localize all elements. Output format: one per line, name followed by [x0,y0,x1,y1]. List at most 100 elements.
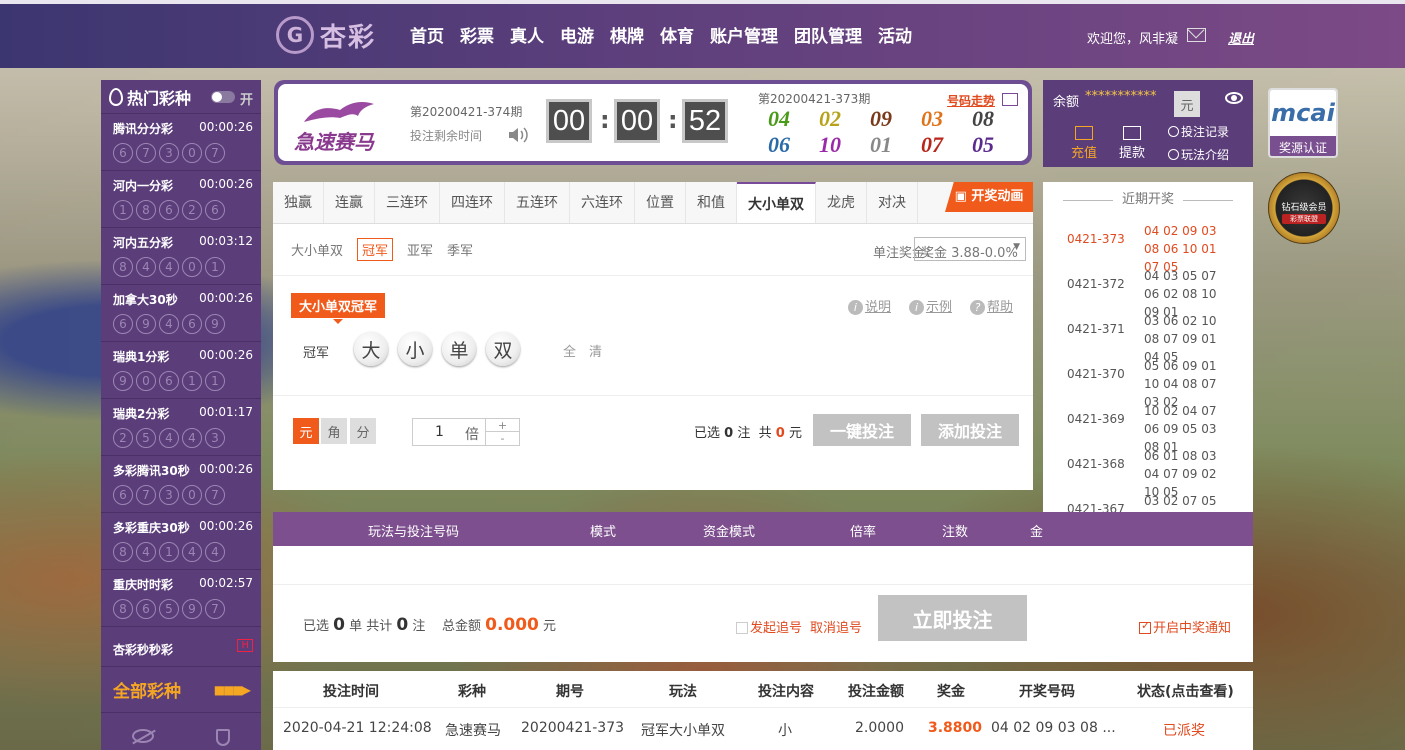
tab-2[interactable]: 三连环 [375,182,440,223]
nav-lottery[interactable]: 彩票 [460,22,494,47]
nav-sports[interactable]: 体育 [660,22,694,47]
all-lotteries-button[interactable]: 全部彩种 ■■■▶ [101,667,261,713]
tab-0[interactable]: 独赢 [273,182,324,223]
mcai-certification-badge[interactable]: mcai 奖源认证 [1268,88,1338,158]
nav-activity[interactable]: 活动 [878,22,912,47]
tab-7[interactable]: 和值 [686,182,737,223]
withdraw-button[interactable]: 提款 [1119,126,1145,161]
cell-status[interactable]: 已派奖 [1163,720,1205,740]
subtab-third[interactable]: 季军 [447,240,473,259]
subtab-runnerup[interactable]: 亚军 [407,240,433,259]
one-click-bet-button[interactable]: 一键投注 [813,414,911,446]
nav-live[interactable]: 真人 [510,22,544,47]
prize-select[interactable]: 奖金 3.88-0.0% ▼ [914,237,1026,261]
bet-summary: 已选 0 单 共计 0 注 总金额 0.000 元 [303,615,556,635]
tab-6[interactable]: 位置 [635,182,686,223]
subtab-all[interactable]: 大小单双 [291,240,343,259]
sidebar-toggle[interactable] [211,91,235,103]
cell-time: 2020-04-21 12:24:08 [283,720,432,736]
nav-slots[interactable]: 电游 [560,22,594,47]
lottery-ball: 7 [205,485,225,505]
lottery-item-special[interactable]: 杏彩秒秒彩 H [101,627,261,667]
shield-icon[interactable] [216,729,230,746]
chase-checkbox[interactable] [736,622,748,634]
example-link[interactable]: i 示例 [908,296,952,315]
clear-button[interactable]: 清 [589,341,602,360]
lottery-item[interactable]: 加拿大30秒 00:00:26 6 9 4 6 9 [101,285,261,342]
sidebar-header: 热门彩种 开 [101,80,261,114]
lottery-item[interactable]: 多彩重庆30秒 00:00:26 8 4 1 4 4 [101,513,261,570]
subtab-champion[interactable]: 冠军 [357,238,394,261]
chase-toggle[interactable]: 发起追号 [736,617,802,636]
bet-records-link[interactable]: 投注记录 [1168,123,1229,140]
plus-button[interactable]: + [485,419,519,432]
clock-minutes: 00 [614,99,660,143]
eye-icon[interactable] [1225,92,1243,104]
recharge-button[interactable]: 充值 [1071,126,1097,161]
logout-link[interactable]: 退出 [1228,28,1254,47]
lottery-item[interactable]: 多彩腾讯30秒 00:00:26 6 7 3 0 7 [101,456,261,513]
option-odd[interactable]: 单 [442,332,476,366]
top-nav-bar: G 杏彩 首页 彩票 真人 电游 棋牌 体育 账户管理 团队管理 活动 欢迎您，… [0,0,1405,68]
tab-5[interactable]: 六连环 [570,182,635,223]
tab-9[interactable]: 龙虎 [816,182,867,223]
site-logo[interactable]: G 杏彩 [276,15,376,55]
winning-ball: 04 [768,106,790,131]
nav-account[interactable]: 账户管理 [710,22,778,47]
trend-chart-icon[interactable] [1002,93,1018,106]
notify-checkbox[interactable]: ✓ [1139,619,1151,634]
h-content: 投注内容 [758,684,814,700]
nav-team[interactable]: 团队管理 [794,22,862,47]
unit-yuan[interactable]: 元 [293,418,319,444]
select-all-button[interactable]: 全 [563,341,576,360]
lottery-item[interactable]: 重庆时时彩 00:02:57 8 6 5 9 7 [101,570,261,627]
lottery-ball: 6 [159,200,179,220]
lottery-item[interactable]: 腾讯分分彩 00:00:26 6 7 3 0 7 [101,114,261,171]
nav-home[interactable]: 首页 [410,22,444,47]
minus-button[interactable]: - [485,432,519,445]
winning-ball: 07 [921,132,943,157]
lottery-ball: 6 [113,485,133,505]
cancel-chase-link[interactable]: 取消追号 [810,617,862,636]
tab-4[interactable]: 五连环 [505,182,570,223]
tab-1[interactable]: 连赢 [324,182,375,223]
mcai-logo: mcai [1270,90,1336,136]
winning-ball: 02 [819,106,841,131]
lottery-ball: 4 [136,542,156,562]
diamond-label: 钻石级会员 [1281,203,1327,213]
lottery-item[interactable]: 河内五分彩 00:03:12 8 4 4 0 1 [101,228,261,285]
unit-fen[interactable]: 分 [350,418,376,444]
tab-3[interactable]: 四连环 [440,182,505,223]
submit-row: 已选 0 单 共计 0 注 总金额 0.000 元 发起追号 取消追号 立即投注… [273,584,1253,662]
lottery-item[interactable]: 瑞典2分彩 00:01:17 2 5 4 4 3 [101,399,261,456]
tab-10[interactable]: 对决 [867,182,918,223]
betting-panel: 独赢 连赢 三连环 四连环 五连环 六连环 位置 和值 大小单双 龙虎 对决 ▣ 开奖动画 大小单双… [273,182,1033,490]
nav-cards[interactable]: 棋牌 [610,22,644,47]
lottery-ball: 5 [159,599,179,619]
mail-icon[interactable] [1187,28,1206,42]
option-big[interactable]: 大 [354,332,388,366]
draw-animation-button[interactable]: ▣ 开奖动画 [945,182,1033,212]
lottery-item[interactable]: 瑞典1分彩 00:00:26 9 0 6 1 1 [101,342,261,399]
eye-off-icon[interactable] [132,729,154,743]
option-even[interactable]: 双 [486,332,520,366]
rules-link[interactable]: 玩法介绍 [1168,146,1229,163]
submit-bet-button[interactable]: 立即投注 [878,595,1027,641]
lottery-item[interactable]: 河内一分彩 00:00:26 1 8 6 2 6 [101,171,261,228]
add-bet-button[interactable]: 添加投注 [921,414,1019,446]
multiplier-stepper[interactable]: 1 倍 + - [412,418,520,446]
unit-jiao[interactable]: 角 [321,418,347,444]
table-row[interactable]: 2020-04-21 12:24:08 急速赛马 20200421-373 冠军… [273,708,1253,750]
tab-8[interactable]: 大小单双 [737,182,816,223]
speaker-icon[interactable] [507,125,529,145]
h-issue: 期号 [556,684,584,700]
lottery-balls: 18626 [113,200,261,220]
option-small[interactable]: 小 [398,332,432,366]
lottery-countdown: 00:00:26 [199,519,253,533]
notify-toggle[interactable]: ✓ 开启中奖通知 [1139,617,1231,636]
explain-link[interactable]: i 说明 [847,296,891,315]
balance-value: *********** [1085,89,1157,104]
recent-issue: 0421-370 [1067,367,1125,381]
multiplier-value[interactable]: 1 [435,424,444,440]
help-link[interactable]: ? 帮助 [969,296,1013,315]
